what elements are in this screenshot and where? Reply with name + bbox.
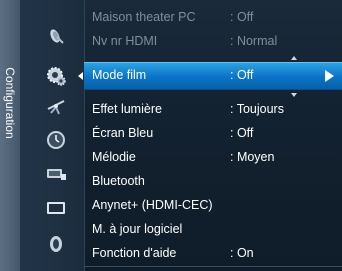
osd-menu-panel: Configuration Maison theater PC : Off Nv…: [0, 0, 342, 271]
scroll-down-icon: [291, 93, 297, 97]
gear-icon[interactable]: [44, 64, 68, 88]
menu-item-value: : Off: [230, 10, 254, 24]
menu-item-value: : Toujours: [230, 102, 284, 116]
satellite-dish-icon[interactable]: [44, 24, 68, 48]
menu-item-label: Écran Bleu: [92, 126, 154, 140]
category-title: Configuration: [3, 67, 17, 139]
menu-item-mode-film[interactable]: Mode film : Off: [84, 62, 342, 90]
screen-icon[interactable]: [44, 196, 68, 220]
menu-item-maison-theater-pc[interactable]: Maison theater PC : Off: [84, 6, 342, 30]
menu-item-label: Mode film: [92, 68, 147, 82]
category-side-tab: Configuration: [0, 0, 21, 271]
clock-icon[interactable]: [44, 128, 68, 152]
divider: [84, 266, 342, 267]
menu-item-anynet[interactable]: Anynet+ (HDMI-CEC): [84, 194, 342, 218]
menu-item-value: : Moyen: [230, 150, 275, 164]
menu-item-label: M. à jour logiciel: [92, 222, 183, 236]
menu-item-value: : On: [230, 246, 254, 260]
menu-item-value: : Off: [230, 68, 254, 82]
menu-item-melodie[interactable]: Mélodie : Moyen: [84, 146, 342, 170]
antenna-icon[interactable]: [44, 96, 68, 120]
scroll-up-icon: [291, 56, 297, 60]
menu-item-label: Mélodie: [92, 150, 136, 164]
settings-list: Maison theater PC : Off Nv nr HDMI : Nor…: [84, 0, 342, 271]
menu-item-label: Nv nr HDMI: [92, 34, 158, 48]
menu-item-label: Anynet+ (HDMI-CEC): [92, 198, 213, 212]
category-selection-pointer-icon: [78, 72, 83, 80]
support-icon[interactable]: [44, 232, 68, 256]
menu-item-label: Effet lumière: [92, 102, 162, 116]
input-source-icon[interactable]: [44, 162, 68, 186]
menu-item-fonction-aide[interactable]: Fonction d'aide : On: [84, 242, 342, 266]
menu-item-software-update[interactable]: M. à jour logiciel: [84, 218, 342, 242]
menu-item-effet-lumiere[interactable]: Effet lumière : Toujours: [84, 98, 342, 122]
menu-item-ecran-bleu[interactable]: Écran Bleu : Off: [84, 122, 342, 146]
submenu-arrow-icon[interactable]: [325, 70, 334, 82]
menu-item-value: : Normal: [230, 34, 278, 48]
menu-item-label: Maison theater PC: [92, 10, 196, 24]
menu-item-label: Fonction d'aide: [92, 246, 177, 260]
menu-item-bluetooth[interactable]: Bluetooth: [84, 170, 342, 194]
menu-item-value: : Off: [230, 126, 254, 140]
menu-item-label: Bluetooth: [92, 174, 145, 188]
menu-item-nv-nr-hdmi[interactable]: Nv nr HDMI : Normal: [84, 30, 342, 54]
